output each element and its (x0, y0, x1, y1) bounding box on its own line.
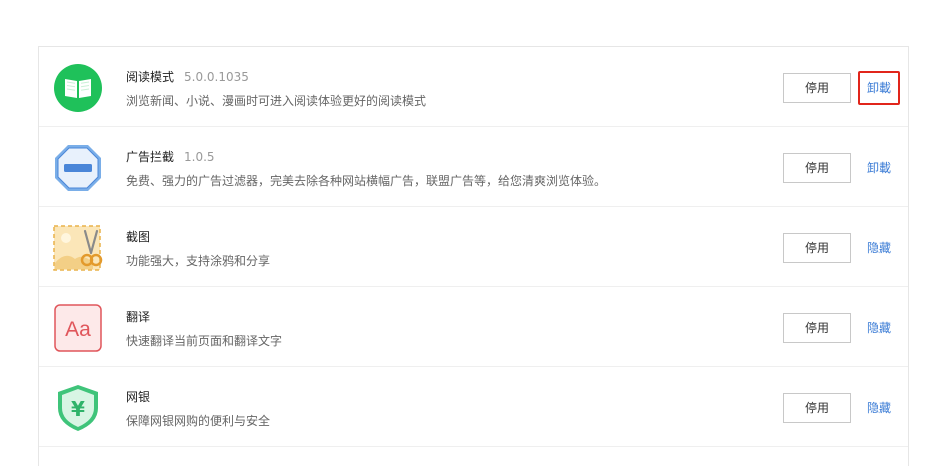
extension-description: 免费、强力的广告过滤器，完美去除各种网站横幅广告，联盟广告等，给您清爽浏览体验。 (126, 174, 607, 188)
extension-row-screenshot: 截图 功能强大，支持涂鸦和分享 停用 隐藏 (39, 207, 908, 287)
extension-description: 快速翻译当前页面和翻译文字 (126, 334, 283, 348)
extension-description: 浏览新闻、小说、漫画时可进入阅读体验更好的阅读模式 (126, 94, 427, 108)
disable-button[interactable]: 停用 (783, 153, 851, 183)
svg-text:Aa: Aa (65, 318, 91, 341)
extension-info: 翻译 快速翻译当前页面和翻译文字 (126, 309, 668, 349)
book-icon (53, 63, 103, 113)
extension-name: 截图 (126, 230, 151, 244)
uninstall-link[interactable]: 卸載 (858, 71, 900, 105)
hide-link[interactable]: 隐藏 (858, 231, 900, 265)
uninstall-link[interactable]: 卸載 (858, 151, 900, 185)
extension-row-bank: ¥ 网银 保障网银网购的便利与安全 停用 隐藏 (39, 367, 908, 447)
extension-name: 阅读模式 (126, 70, 175, 84)
disable-button[interactable]: 停用 (783, 393, 851, 423)
extension-name: 翻译 (126, 310, 151, 324)
disable-button[interactable]: 停用 (783, 233, 851, 263)
ad-block-icon (53, 143, 103, 193)
disable-button[interactable]: 停用 (783, 73, 851, 103)
extension-version: 5.0.0.1035 (184, 70, 249, 84)
extension-info: 截图 功能强大，支持涂鸦和分享 (126, 229, 668, 269)
extension-info: 网银 保障网银网购的便利与安全 (126, 389, 668, 429)
extension-description: 保障网银网购的便利与安全 (126, 414, 271, 428)
bank-shield-icon: ¥ (53, 383, 103, 433)
hide-link[interactable]: 隐藏 (858, 391, 900, 425)
hide-link[interactable]: 隐藏 (858, 311, 900, 345)
extension-row-adblock: 广告拦截 1.0.5 免费、强力的广告过滤器，完美去除各种网站横幅广告，联盟广告等… (39, 127, 908, 207)
extension-version: 1.0.5 (184, 150, 215, 164)
extension-info: 广告拦截 1.0.5 免费、强力的广告过滤器，完美去除各种网站横幅广告，联盟广告等… (126, 149, 668, 189)
extension-description: 功能强大，支持涂鸦和分享 (126, 254, 271, 268)
extension-name: 网银 (126, 390, 151, 404)
disable-button[interactable]: 停用 (783, 313, 851, 343)
svg-text:¥: ¥ (71, 397, 85, 421)
extension-info: 阅读模式 5.0.0.1035 浏览新闻、小说、漫画时可进入阅读体验更好的阅读模式 (126, 69, 668, 109)
screenshot-scissors-icon (53, 223, 103, 273)
translate-icon: Aa (53, 303, 103, 353)
extension-row-translate: Aa 翻译 快速翻译当前页面和翻译文字 停用 隐藏 (39, 287, 908, 367)
extension-row-reader: 阅读模式 5.0.0.1035 浏览新闻、小说、漫画时可进入阅读体验更好的阅读模式… (39, 47, 908, 127)
extensions-list: 阅读模式 5.0.0.1035 浏览新闻、小说、漫画时可进入阅读体验更好的阅读模式… (38, 46, 909, 466)
extension-name: 广告拦截 (126, 150, 175, 164)
